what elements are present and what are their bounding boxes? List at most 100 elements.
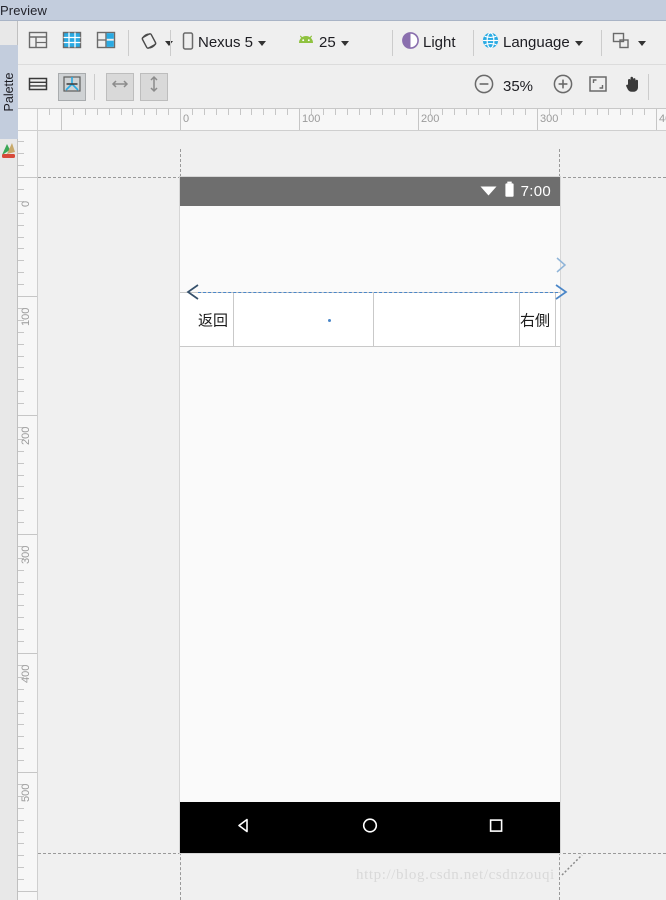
ruler-tick — [656, 109, 657, 130]
design-toolbar-top: Nexus 5 25 Light Language — [18, 21, 666, 65]
android-robot-icon — [296, 34, 316, 52]
preview-tool-window: Preview Palette Nexus 5 25 Light Languag… — [0, 0, 666, 900]
rotate-orientation-icon — [138, 30, 160, 56]
api-level-selector[interactable]: 25 — [294, 28, 351, 58]
page-title: Preview — [0, 3, 47, 18]
constraint-anchor-dot[interactable] — [328, 319, 331, 322]
ruler-tick — [251, 109, 252, 115]
widget-row[interactable]: 返回 右側 — [180, 292, 560, 347]
blueprint-mode-button[interactable] — [58, 29, 86, 57]
globe-icon — [481, 31, 500, 54]
ruler-label: 400 — [659, 113, 666, 125]
nav-recents-square-icon[interactable] — [486, 815, 506, 840]
ruler-label: 100 — [20, 307, 32, 326]
ruler-tick — [18, 867, 24, 868]
ruler-tick — [18, 463, 24, 464]
ruler-tick — [597, 109, 598, 115]
ruler-tick — [18, 736, 24, 737]
ruler-tick — [394, 109, 395, 115]
ruler-tick — [18, 498, 24, 499]
ruler-tick — [18, 724, 24, 725]
device-selector[interactable]: Nexus 5 — [179, 28, 268, 58]
ruler-tick — [18, 629, 24, 630]
ruler-label: 0 — [183, 113, 190, 125]
ruler-tick — [18, 284, 24, 285]
design-mode-button[interactable] — [24, 29, 52, 57]
ruler-tick — [18, 510, 24, 511]
ruler-tick — [156, 109, 157, 115]
ruler-label: 300 — [20, 545, 32, 564]
nav-home-circle-icon[interactable] — [360, 815, 380, 840]
show-guidelines-button[interactable] — [24, 73, 52, 101]
pan-tool-button[interactable] — [619, 73, 647, 101]
ruler-tick — [18, 332, 24, 333]
ruler-tick — [18, 879, 24, 880]
widget-left-label: 返回 — [198, 312, 229, 329]
design-canvas[interactable]: 7:00 返回 右側 http://blog.csdn.net/csdnzouq… — [38, 131, 666, 900]
android-status-bar: 7:00 — [180, 177, 560, 206]
nav-back-triangle-icon[interactable] — [234, 815, 254, 840]
expand-vertically-button[interactable] — [140, 72, 168, 101]
minus-circle-icon — [473, 73, 495, 100]
ruler-tick — [97, 109, 98, 115]
resize-handle[interactable] — [560, 853, 586, 884]
ruler-tick — [18, 748, 24, 749]
show-constraints-button[interactable] — [58, 72, 86, 101]
ruler-tick — [620, 109, 621, 115]
expand-horizontally-button[interactable] — [106, 72, 134, 101]
theme-label: Light — [423, 34, 456, 51]
ruler-tick — [478, 109, 479, 115]
vertical-arrows-icon — [144, 74, 164, 99]
ruler-tick — [109, 109, 110, 115]
layout-variants-icon — [611, 31, 633, 55]
horizontal-ruler: 0 100 200 300 400 — [38, 109, 666, 131]
ruler-tick — [18, 272, 24, 273]
ruler-tick — [18, 189, 24, 190]
ruler-tick — [132, 109, 133, 115]
ruler-tick — [18, 594, 24, 595]
design-toolbar-bottom: 35% — [18, 65, 666, 109]
theme-selector[interactable]: Light — [399, 28, 458, 58]
ruler-tick — [18, 713, 24, 714]
layout-variants-button[interactable] — [609, 28, 648, 58]
ruler-tick — [406, 109, 407, 115]
ruler-label: 100 — [302, 113, 321, 125]
plus-circle-icon — [552, 73, 574, 100]
ruler-tick — [335, 109, 336, 115]
ruler-tick — [18, 213, 24, 214]
ruler-tick — [18, 855, 24, 856]
ruler-tick — [632, 109, 633, 115]
ruler-tick — [180, 109, 181, 130]
sidebar-item-palette[interactable]: Palette — [0, 45, 18, 139]
palette-tab-label: Palette — [2, 72, 16, 112]
ruler-tick — [537, 109, 538, 130]
ruler-tick — [18, 582, 24, 583]
widget-cell-right[interactable]: 右側 — [520, 293, 556, 346]
chevron-down-icon — [638, 41, 646, 46]
vertical-ruler: 0100200300400500600 — [18, 131, 38, 900]
chevron-down-icon — [165, 41, 173, 46]
zoom-to-fit-button[interactable] — [584, 73, 612, 101]
ruler-tick — [347, 109, 348, 115]
api-level-label: 25 — [319, 34, 336, 51]
ruler-tick — [18, 808, 24, 809]
widget-cell-mid-1[interactable] — [234, 293, 374, 346]
left-tool-strip: Palette — [0, 21, 18, 900]
language-selector[interactable]: Language — [479, 28, 585, 58]
ruler-tick — [18, 617, 24, 618]
zoom-out-button[interactable] — [470, 73, 498, 101]
ruler-tick — [359, 109, 360, 115]
zoom-in-button[interactable] — [549, 73, 577, 101]
ruler-label: 400 — [20, 664, 32, 683]
ruler-tick — [18, 391, 24, 392]
widget-cell-mid-2[interactable] — [374, 293, 520, 346]
ruler-tick — [18, 153, 24, 154]
ruler-tick — [18, 891, 37, 892]
ruler-tick — [18, 605, 24, 606]
ruler-tick — [144, 109, 145, 115]
ruler-tick — [370, 109, 371, 115]
app-content-area: 返回 右側 — [180, 206, 560, 802]
device-preview[interactable]: 7:00 返回 右側 — [180, 177, 560, 853]
both-mode-button[interactable] — [92, 29, 120, 57]
wifi-icon — [479, 182, 498, 202]
